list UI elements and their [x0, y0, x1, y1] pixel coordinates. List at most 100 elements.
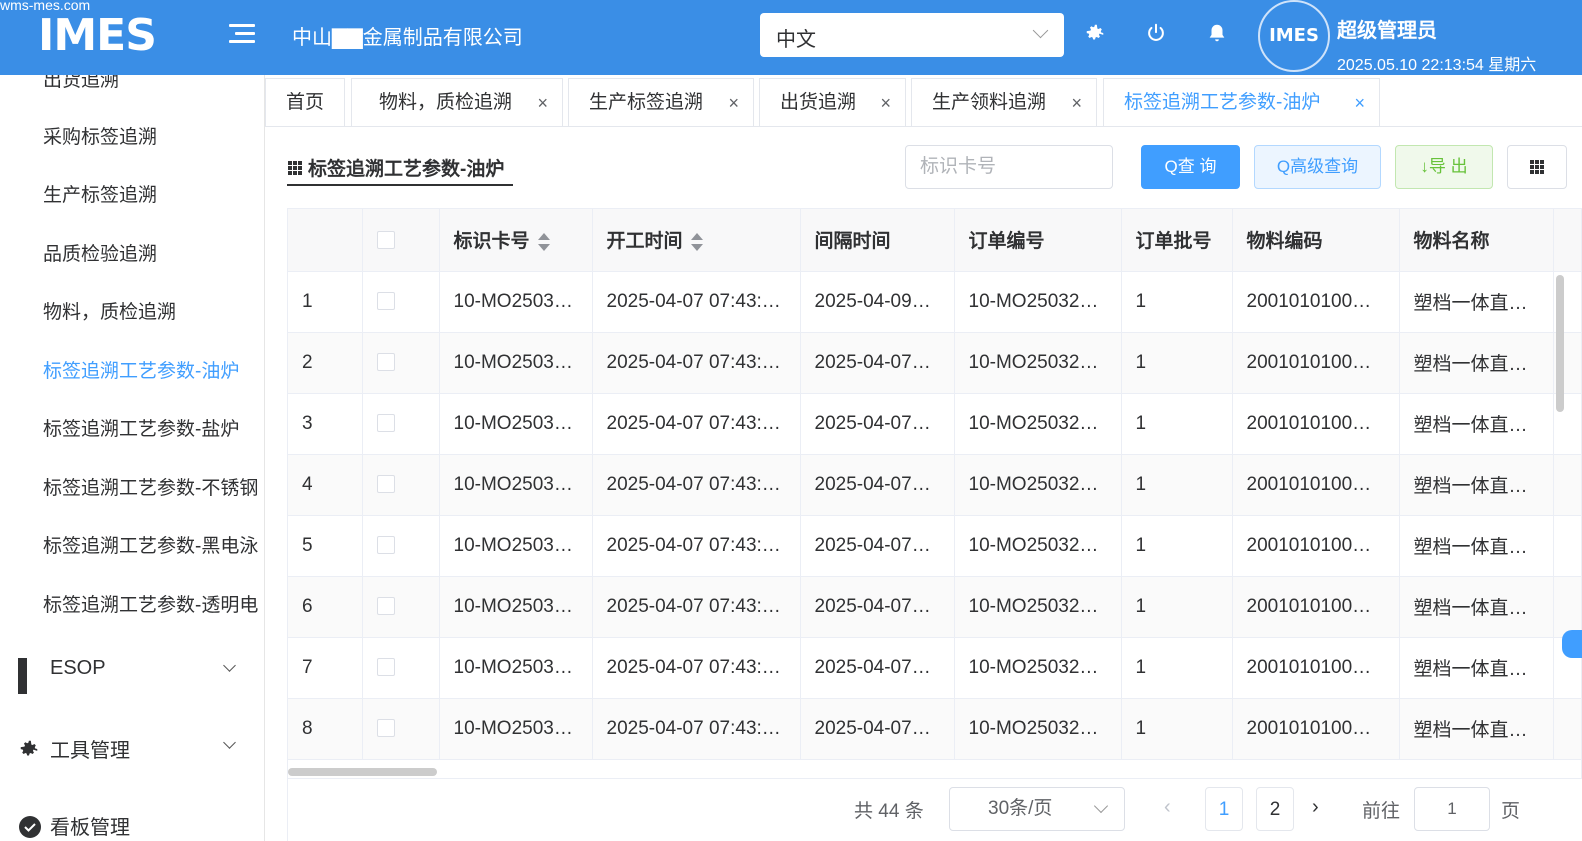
row-checkbox-cell: [362, 576, 440, 638]
row-checkbox[interactable]: [376, 597, 395, 616]
select-all-checkbox[interactable]: [376, 230, 395, 249]
column-settings-button[interactable]: [1507, 145, 1567, 189]
query-button[interactable]: Q查 询: [1141, 145, 1240, 189]
order-batch-cell: 1: [1121, 637, 1233, 699]
table-row[interactable]: 3 10-MO2503… 2025-04-07 07:43:… 2025-04-07……: [288, 393, 1581, 455]
table-row[interactable]: 2 10-MO2503… 2025-04-07 07:43:… 2025-04-07……: [288, 332, 1581, 394]
close-icon[interactable]: ×: [728, 79, 739, 127]
chevron-down-icon: [223, 736, 236, 749]
card-number-cell: 10-MO2503…: [439, 332, 593, 394]
sidebar-group-esop[interactable]: ESOP: [18, 657, 238, 694]
material-code-cell: 2001010100…: [1232, 393, 1400, 455]
sidebar-item-quality-trace[interactable]: 品质检验追溯: [43, 239, 157, 266]
sidebar-item-production-label-trace[interactable]: 生产标签追溯: [43, 180, 157, 207]
table-row[interactable]: 7 10-MO2503… 2025-04-07 07:43:… 2025-04-07……: [288, 637, 1581, 699]
tab-production-label[interactable]: 生产标签追溯 ×: [568, 78, 754, 126]
data-table: 标识卡号 开工时间 间隔时间 订单编号 订单批号 物料编码 物料名称 1 10-M…: [287, 208, 1582, 779]
sort-icon[interactable]: [690, 233, 703, 252]
column-header[interactable]: 开工时间: [592, 209, 801, 272]
page-2-button[interactable]: 2: [1256, 787, 1294, 831]
page-title-text: 标签追溯工艺参数-油炉: [308, 159, 505, 180]
menu-toggle-icon[interactable]: [229, 24, 255, 46]
tab-home[interactable]: 首页: [265, 78, 345, 126]
sort-icon[interactable]: [537, 233, 550, 252]
bell-icon[interactable]: [1205, 22, 1229, 46]
row-index: 4: [288, 454, 363, 516]
page-size-select[interactable]: 30条/页: [949, 787, 1125, 831]
start-time-cell: 2025-04-07 07:43:…: [592, 637, 801, 699]
language-select[interactable]: 中文: [760, 13, 1064, 57]
sidebar-item-salt-furnace[interactable]: 标签追溯工艺参数-盐炉: [43, 414, 239, 441]
row-checkbox[interactable]: [376, 475, 395, 494]
goto-label: 前往: [1362, 801, 1401, 822]
order-number-cell: 10-MO25032…: [954, 454, 1122, 516]
interval-time-cell: 2025-04-07…: [800, 454, 955, 516]
table-row[interactable]: 6 10-MO2503… 2025-04-07 07:43:… 2025-04-07……: [288, 576, 1581, 638]
start-time-cell: 2025-04-07 07:43:…: [592, 454, 801, 516]
row-checkbox-cell: [362, 332, 440, 394]
sidebar-item-black-electrophoresis[interactable]: 标签追溯工艺参数-黑电泳: [43, 531, 258, 558]
vertical-scrollbar[interactable]: [1556, 275, 1564, 412]
power-icon[interactable]: [1144, 22, 1168, 46]
user-name[interactable]: 超级管理员: [1337, 14, 1437, 43]
sidebar-group-dashboard[interactable]: 看板管理: [18, 811, 238, 840]
page-size-value: 30条/页: [988, 798, 1053, 819]
sidebar-item-shipping-trace[interactable]: 出货追溯: [43, 75, 119, 92]
company-name: 中山▇▇金属制品有限公司: [292, 27, 523, 49]
sidebar-item-stainless[interactable]: 标签追溯工艺参数-不锈钢: [43, 473, 258, 500]
start-time-cell: 2025-04-07 07:43:…: [592, 515, 801, 577]
tab-shipping[interactable]: 出货追溯 ×: [759, 78, 906, 126]
table-row[interactable]: 4 10-MO2503… 2025-04-07 07:43:… 2025-04-07……: [288, 454, 1581, 516]
row-checkbox[interactable]: [376, 292, 395, 311]
select-all-header: [362, 209, 440, 272]
material-name-cell: 塑档一体直…: [1399, 698, 1554, 760]
tab-material-qc[interactable]: 物料，质检追溯 ×: [351, 78, 563, 126]
row-index: 6: [288, 576, 363, 638]
interval-time-cell: 2025-04-09…: [800, 271, 955, 333]
sidebar-group-tools[interactable]: 工具管理: [18, 734, 238, 763]
sidebar-item-purchase-label-trace[interactable]: 采购标签追溯: [43, 122, 157, 149]
horizontal-scrollbar[interactable]: [288, 768, 437, 776]
row-checkbox[interactable]: [376, 536, 395, 555]
tab-oil-furnace[interactable]: 标签追溯工艺参数-油炉 ×: [1103, 78, 1380, 126]
sidebar-item-material-qc-trace[interactable]: 物料，质检追溯: [43, 297, 176, 324]
table-row[interactable]: 1 10-MO2503… 2025-04-07 07:43:… 2025-04-09……: [288, 271, 1581, 333]
row-index: 2: [288, 332, 363, 394]
interval-time-cell: 2025-04-07…: [800, 698, 955, 760]
page-1-button[interactable]: 1: [1205, 787, 1243, 831]
table-row[interactable]: 5 10-MO2503… 2025-04-07 07:43:… 2025-04-07……: [288, 515, 1581, 577]
card-number-search-input[interactable]: [905, 145, 1113, 189]
close-icon[interactable]: ×: [1071, 79, 1082, 127]
avatar[interactable]: IMES: [1258, 0, 1330, 72]
prev-page-icon[interactable]: ‹: [1164, 796, 1171, 819]
close-icon[interactable]: ×: [537, 79, 548, 127]
table-row[interactable]: 8 10-MO2503… 2025-04-07 07:43:… 2025-04-07……: [288, 698, 1581, 760]
card-number-cell: 10-MO2503…: [439, 393, 593, 455]
close-icon[interactable]: ×: [880, 79, 891, 127]
sidebar-item-transparent[interactable]: 标签追溯工艺参数-透明电: [43, 590, 258, 617]
row-checkbox[interactable]: [376, 414, 395, 433]
advanced-query-button[interactable]: Q高级查询: [1254, 145, 1381, 189]
row-checkbox[interactable]: [376, 719, 395, 738]
overflow-cell: [1553, 698, 1581, 760]
floating-side-handle[interactable]: [1562, 630, 1582, 658]
order-batch-cell: 1: [1121, 454, 1233, 516]
row-checkbox[interactable]: [376, 353, 395, 372]
chevron-down-icon: [1093, 798, 1109, 814]
row-checkbox[interactable]: [376, 658, 395, 677]
tab-material-requisition[interactable]: 生产领料追溯 ×: [911, 78, 1097, 126]
close-icon[interactable]: ×: [1354, 79, 1365, 127]
next-page-icon[interactable]: ›: [1312, 796, 1319, 819]
overflow-cell: [1553, 515, 1581, 577]
export-button[interactable]: ↓导 出: [1395, 145, 1493, 189]
sidebar-item-oil-furnace[interactable]: 标签追溯工艺参数-油炉: [43, 356, 239, 383]
goto-page-input[interactable]: [1414, 787, 1490, 831]
row-index: 1: [288, 271, 363, 333]
column-header: 物料编码: [1232, 209, 1400, 272]
gear-icon[interactable]: [1083, 22, 1107, 46]
row-checkbox-cell: [362, 515, 440, 577]
card-number-cell: 10-MO2503…: [439, 271, 593, 333]
column-header[interactable]: 标识卡号: [439, 209, 593, 272]
top-header: wms-mes.com IMES 中山▇▇金属制品有限公司 中文 IMES 超级…: [0, 0, 1582, 75]
order-batch-cell: 1: [1121, 393, 1233, 455]
